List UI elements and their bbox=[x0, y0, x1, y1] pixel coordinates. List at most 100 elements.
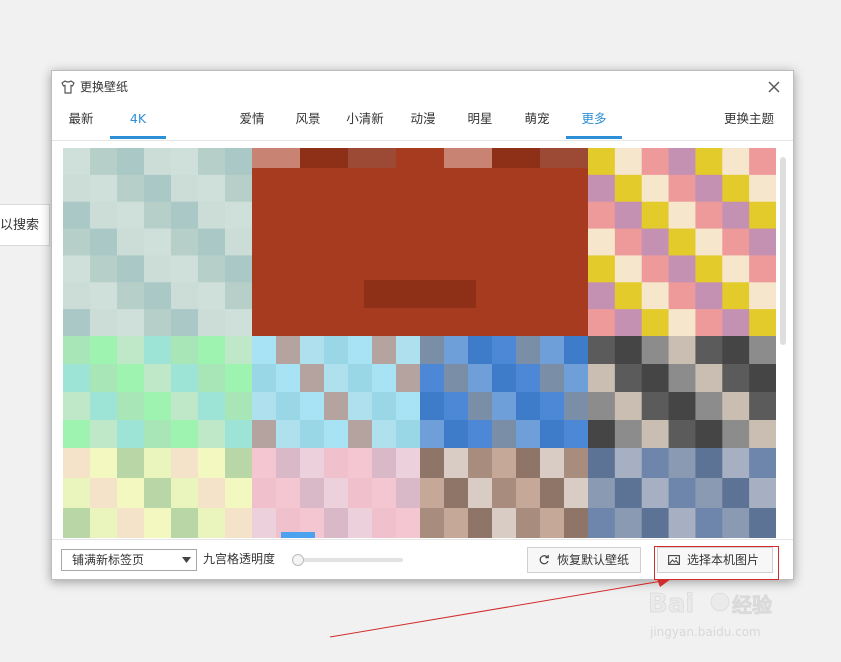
thumbnail-pixel bbox=[276, 448, 301, 479]
thumbnail-pixel bbox=[171, 309, 199, 337]
thumbnail-pixel bbox=[198, 282, 226, 310]
thumbnail-11[interactable] bbox=[588, 448, 776, 538]
thumbnail-pixel bbox=[252, 448, 277, 479]
thumbnail-pixel bbox=[117, 508, 145, 538]
thumbnail-pixel bbox=[641, 364, 670, 393]
thumbnail-pixel bbox=[396, 420, 421, 449]
thumbnail-pixel bbox=[171, 392, 199, 421]
thumbnail-pixel bbox=[324, 478, 349, 509]
thumbnail-pixel bbox=[614, 148, 643, 176]
thumbnail-pixel bbox=[588, 364, 616, 393]
thumbnail-pixel bbox=[588, 508, 616, 538]
thumbnail-pixel bbox=[171, 174, 199, 203]
thumbnail-pixel bbox=[564, 420, 589, 449]
thumbnail-pixel bbox=[63, 228, 91, 257]
thumbnail-pixel bbox=[588, 255, 616, 283]
thumbnail-pixel bbox=[540, 336, 565, 365]
thumbnail-pixel bbox=[588, 478, 616, 509]
thumbnail-6[interactable] bbox=[420, 336, 589, 449]
thumbnail-pixel bbox=[695, 255, 723, 283]
thumbnail-pixel bbox=[372, 478, 397, 509]
opacity-slider[interactable] bbox=[292, 554, 403, 566]
dialog-titlebar: 更换壁纸 bbox=[52, 71, 793, 103]
thumbnail-pixel bbox=[348, 448, 373, 479]
thumbnail-pixel bbox=[198, 448, 226, 479]
tab-stars[interactable]: 明星 bbox=[460, 104, 500, 139]
tab-fresh[interactable]: 小清新 bbox=[343, 104, 387, 139]
thumbnail-pixel bbox=[198, 508, 226, 538]
thumbnail-pixel bbox=[614, 508, 643, 538]
thumbnail-pixel bbox=[171, 148, 199, 176]
thumbnail-pixel bbox=[722, 364, 750, 393]
tab-label: 明星 bbox=[467, 111, 493, 126]
thumbnail-pixel bbox=[324, 392, 349, 421]
thumbnail-pixel bbox=[444, 508, 469, 538]
thumbnail-pixel bbox=[516, 364, 541, 393]
thumbnail-pixel bbox=[468, 478, 493, 509]
change-theme-link[interactable]: 更换主题 bbox=[719, 104, 779, 139]
thumbnail-pixel bbox=[695, 148, 723, 176]
thumbnail-pixel bbox=[444, 336, 469, 365]
thumbnail-pixel bbox=[144, 420, 172, 449]
thumbnail-pixel bbox=[749, 174, 776, 203]
thumbnail-pixel bbox=[695, 201, 723, 230]
thumbnail-pixel bbox=[668, 174, 697, 203]
tab-label: 爱情 bbox=[239, 111, 265, 126]
thumbnail-pixel bbox=[144, 364, 172, 393]
thumbnail-pixel bbox=[516, 508, 541, 538]
thumbnail-pixel bbox=[117, 392, 145, 421]
fill-mode-select[interactable]: 铺满新标签页 bbox=[61, 549, 197, 571]
restore-default-button[interactable]: 恢复默认壁纸 bbox=[527, 547, 641, 573]
thumbnail-10[interactable] bbox=[420, 448, 589, 538]
thumbnail-pixel bbox=[641, 478, 670, 509]
thumbnail-4[interactable] bbox=[63, 336, 253, 449]
thumbnail-pixel bbox=[225, 255, 253, 283]
tab-anime[interactable]: 动漫 bbox=[403, 104, 443, 139]
tab-love[interactable]: 爱情 bbox=[232, 104, 272, 139]
tab-scenery[interactable]: 风景 bbox=[288, 104, 328, 139]
thumbnail-pixel bbox=[198, 201, 226, 230]
thumbnail-1[interactable] bbox=[63, 148, 253, 337]
svg-text:经验: 经验 bbox=[732, 593, 772, 617]
thumbnail-pixel bbox=[198, 255, 226, 283]
svg-text:jingyan.baidu.com: jingyan.baidu.com bbox=[649, 625, 761, 639]
thumbnail-pixel bbox=[324, 420, 349, 449]
thumbnail-pixel bbox=[90, 392, 118, 421]
thumbnail-5[interactable] bbox=[252, 336, 421, 449]
tab-more[interactable]: 更多 bbox=[566, 104, 622, 139]
wallpaper-grid bbox=[63, 148, 776, 538]
thumbnail-9[interactable] bbox=[252, 448, 421, 538]
thumbnail-pixel bbox=[668, 478, 697, 509]
tab-4k[interactable]: 4K bbox=[110, 104, 166, 139]
chevron-down-icon bbox=[182, 557, 191, 563]
thumbnail-pixel bbox=[588, 448, 616, 479]
thumbnail-pixel bbox=[668, 309, 697, 337]
thumbnail-3[interactable] bbox=[588, 148, 776, 337]
thumbnail-pixel bbox=[516, 336, 541, 365]
thumbnail-pixel bbox=[420, 336, 445, 365]
close-icon[interactable] bbox=[765, 78, 783, 96]
opacity-slider-handle[interactable] bbox=[292, 554, 304, 566]
thumbnail-pixel bbox=[722, 228, 750, 257]
thumbnail-pixel bbox=[225, 364, 253, 393]
thumbnail-7[interactable] bbox=[588, 336, 776, 449]
thumbnail-pixel bbox=[144, 148, 172, 176]
thumbnail-pixel bbox=[516, 478, 541, 509]
thumbnail-pixel bbox=[444, 364, 469, 393]
tab-pets[interactable]: 萌宠 bbox=[517, 104, 557, 139]
thumbnail-pixel bbox=[722, 148, 750, 176]
thumbnail-pixel bbox=[90, 420, 118, 449]
thumbnail-pixel bbox=[588, 148, 616, 176]
thumbnail-8[interactable] bbox=[63, 448, 253, 538]
grid-scrollbar[interactable] bbox=[780, 157, 786, 345]
thumbnail-pixel bbox=[144, 336, 172, 365]
thumbnail-pixel bbox=[468, 392, 493, 421]
thumbnail-pixel bbox=[614, 255, 643, 283]
category-tabs: 最新 4K 爱情 风景 小清新 动漫 明星 萌宠 更多 更换主题 bbox=[52, 104, 793, 141]
tab-latest[interactable]: 最新 bbox=[62, 104, 100, 139]
thumbnail-pixel bbox=[492, 478, 517, 509]
thumbnail-pixel bbox=[171, 201, 199, 230]
thumbnail-pixel bbox=[722, 282, 750, 310]
thumbnail-pixel bbox=[225, 336, 253, 365]
thumbnail-pixel bbox=[516, 392, 541, 421]
